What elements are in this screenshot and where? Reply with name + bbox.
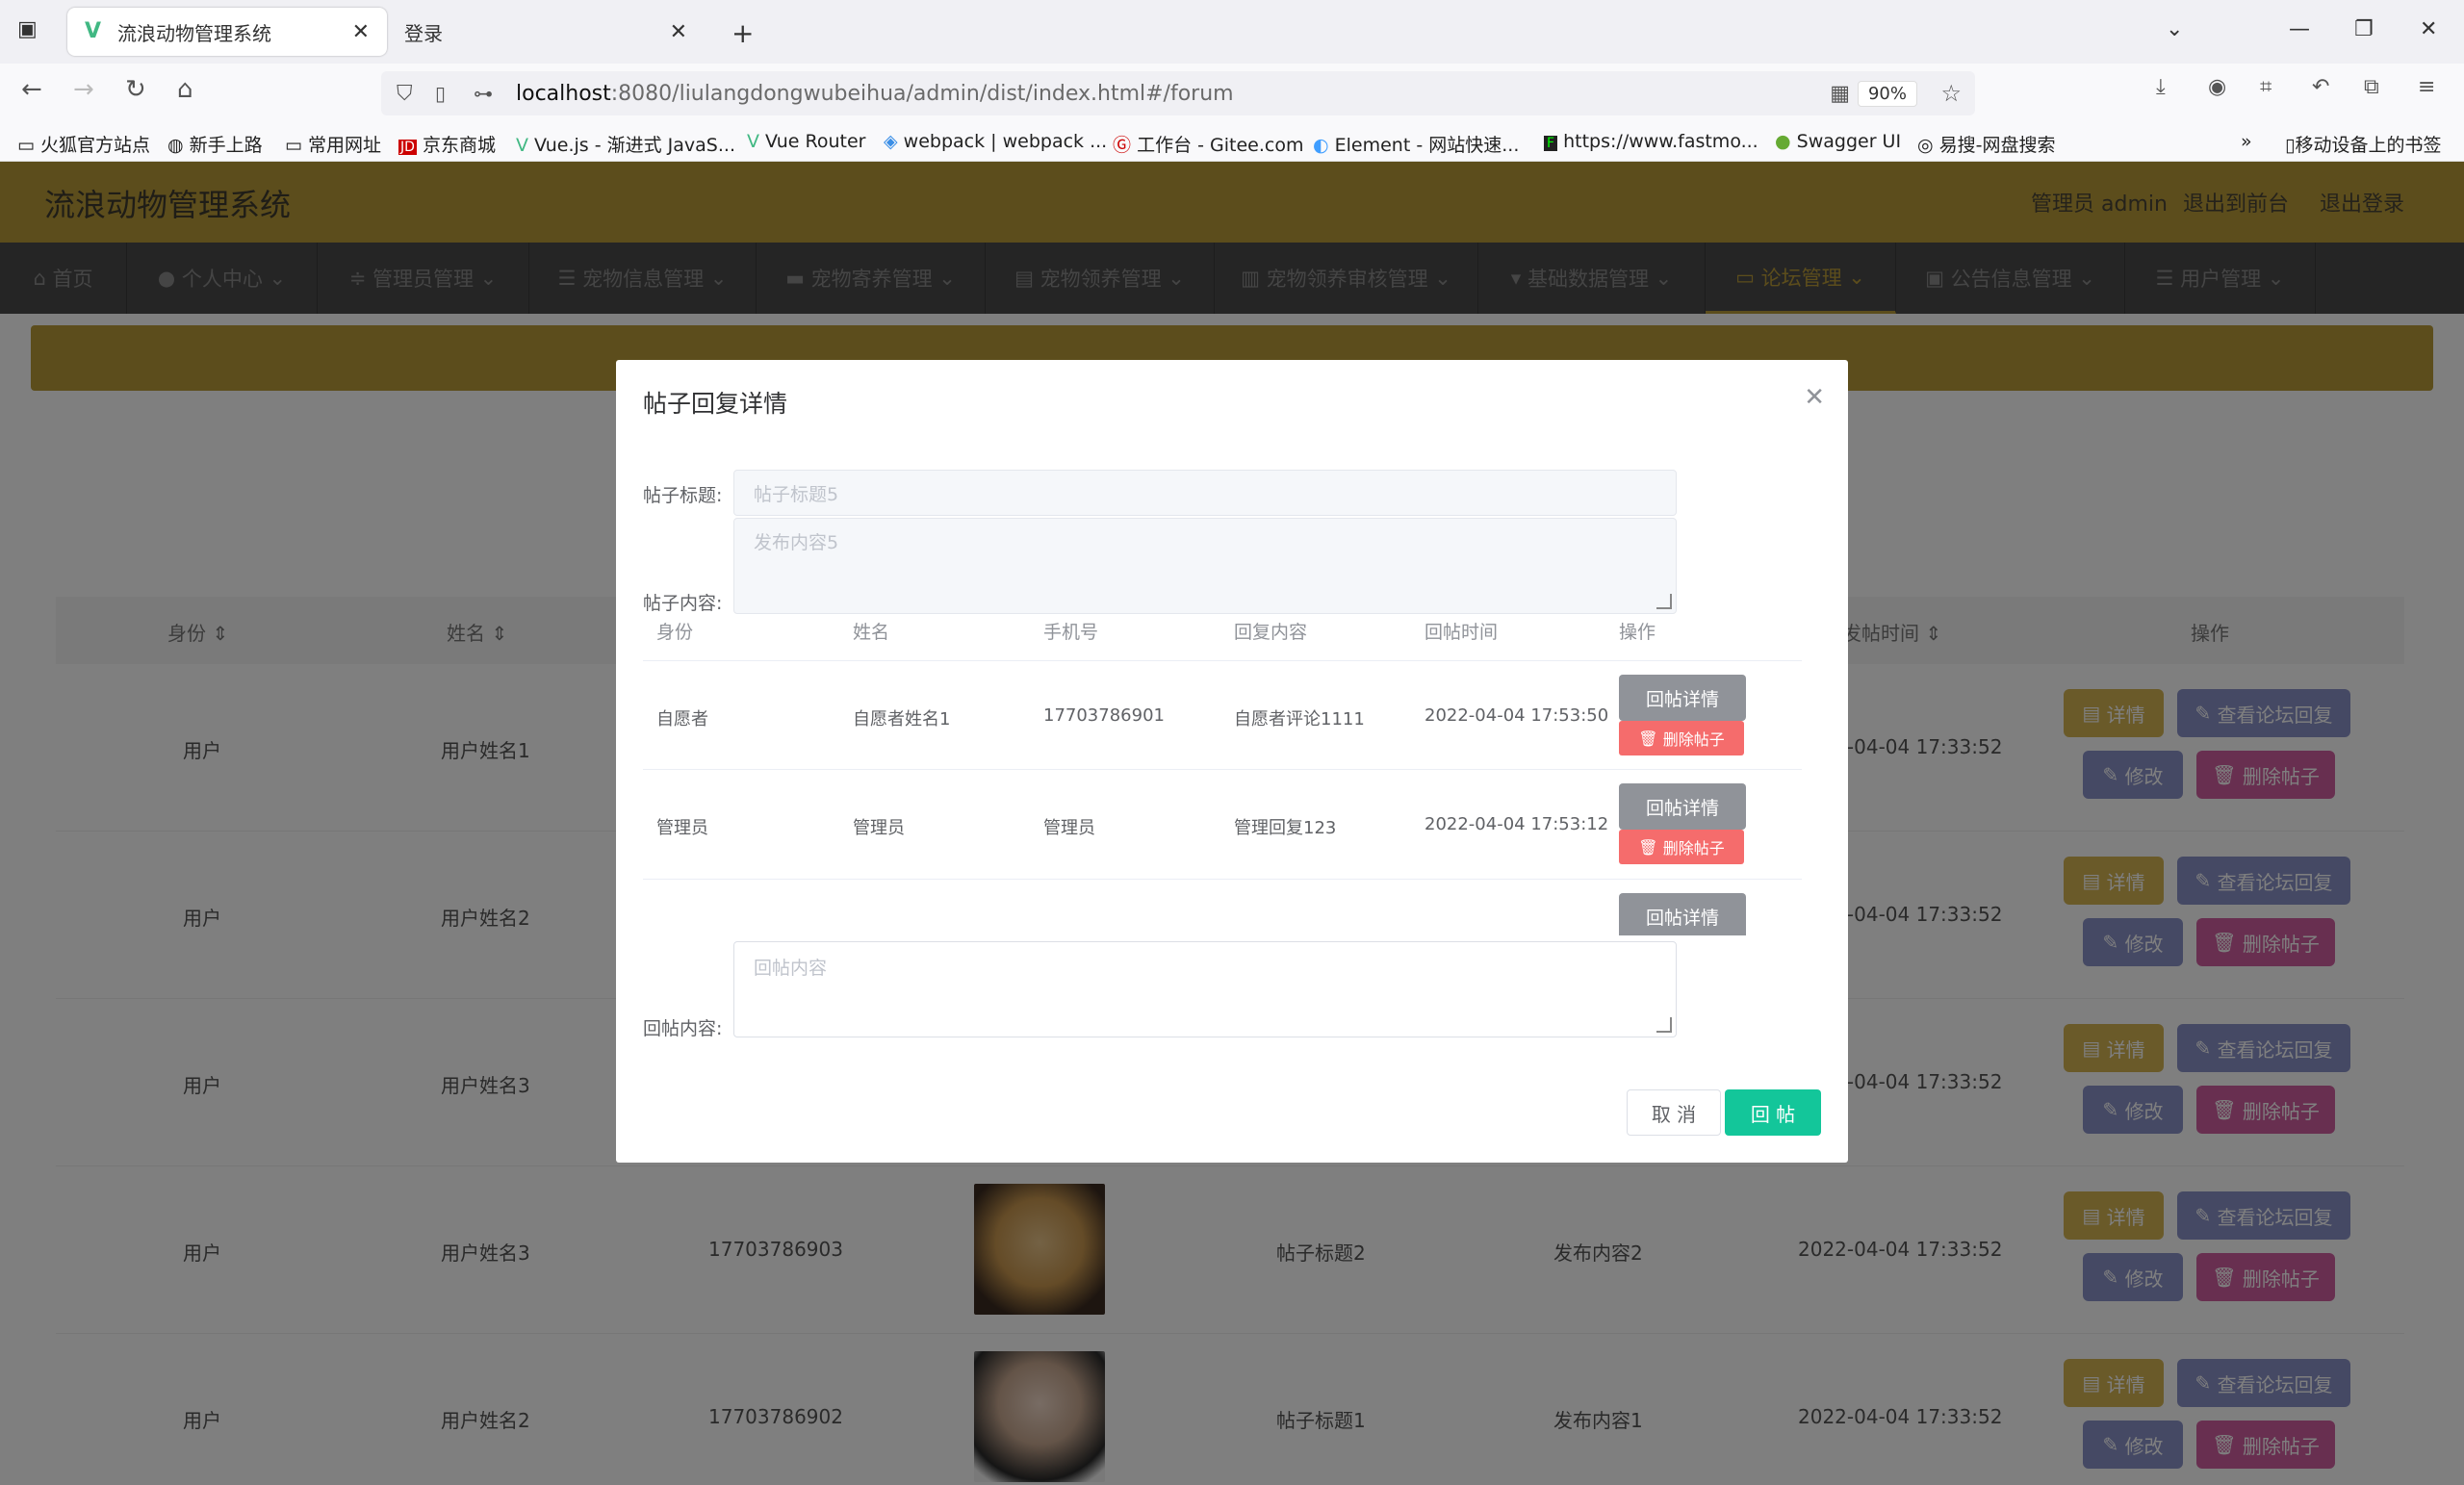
reply-detail-button[interactable]: 回帖详情 bbox=[1619, 675, 1746, 721]
browser-tab-strip: ▣ V 流浪动物管理系统 ✕ 登录 ✕ + ⌄ — ❐ ✕ bbox=[0, 0, 2464, 64]
bookmarks-bar: ▭ 火狐官方站点 ◍ 新手上路 ▭ 常用网址 JD 京东商城 V Vue.js … bbox=[0, 123, 2464, 162]
screenshot-icon[interactable]: ⌗ bbox=[2260, 75, 2272, 99]
reply-row: 自愿者 自愿者姓名1 17703786901 自愿者评论1111 2022-04… bbox=[643, 660, 1802, 770]
close-window-icon[interactable]: ✕ bbox=[2420, 17, 2437, 41]
reply-role: 管理员 bbox=[656, 818, 708, 838]
reply-table: 身份 姓名 手机号 回复内容 回帖时间 操作 自愿者 自愿者姓名1 177037… bbox=[643, 612, 1819, 935]
reply-content-label: 回帖内容: bbox=[643, 1018, 723, 1039]
reply-role: 自愿者 bbox=[656, 709, 708, 730]
reply-row-partial: 回帖详情 bbox=[643, 880, 1802, 935]
vue-logo-icon: V bbox=[85, 19, 102, 43]
back-icon[interactable]: ← bbox=[21, 75, 42, 104]
post-content-field: 发布内容5 bbox=[733, 518, 1677, 614]
permissions-icon[interactable]: ⊶ bbox=[474, 82, 493, 105]
close-tab-icon[interactable]: ✕ bbox=[670, 20, 687, 44]
close-tab-icon[interactable]: ✕ bbox=[352, 20, 370, 44]
reply-name: 自愿者姓名1 bbox=[853, 709, 951, 730]
reply-header-time: 回帖时间 bbox=[1424, 622, 1499, 643]
url-text[interactable]: localhost:8080/liulangdongwubeihua/admin… bbox=[516, 82, 1234, 106]
tab-title: 流浪动物管理系统 bbox=[117, 21, 271, 45]
post-content-label: 帖子内容: bbox=[643, 593, 723, 614]
bookmark-item[interactable]: ◐ Element - 网站快速... bbox=[1313, 131, 1519, 157]
reply-header-phone: 手机号 bbox=[1043, 622, 1099, 643]
chevron-down-icon[interactable]: ⌄ bbox=[2166, 17, 2183, 41]
bookmark-item[interactable]: JD 京东商城 bbox=[398, 131, 496, 157]
url-host: localhost bbox=[516, 81, 611, 106]
reply-detail-button[interactable]: 回帖详情 bbox=[1619, 783, 1746, 830]
navigation-toolbar: ← → ↻ ⌂ ⛉ ▯ ⊶ localhost:8080/liulangdong… bbox=[0, 64, 2464, 123]
tab-title: 登录 bbox=[404, 21, 443, 45]
extensions-icon[interactable]: ⧉ bbox=[2364, 75, 2379, 99]
forward-icon[interactable]: → bbox=[73, 75, 94, 104]
bookmark-item[interactable]: F https://www.fastmo... bbox=[1544, 131, 1758, 152]
reply-content: 管理回复123 bbox=[1234, 818, 1337, 838]
dialog-title: 帖子回复详情 bbox=[643, 390, 788, 418]
reply-name: 管理员 bbox=[853, 818, 905, 838]
undo-icon[interactable]: ↶ bbox=[2312, 75, 2329, 99]
resize-handle-icon[interactable] bbox=[1656, 1017, 1672, 1033]
reply-content: 自愿者评论1111 bbox=[1234, 709, 1365, 730]
shield-icon[interactable]: ⛉ bbox=[397, 82, 413, 106]
cancel-button[interactable]: 取 消 bbox=[1627, 1089, 1721, 1136]
menu-icon[interactable]: ≡ bbox=[2418, 75, 2435, 99]
bookmark-item[interactable]: ▭ 常用网址 bbox=[285, 131, 381, 157]
submit-reply-button[interactable]: 回 帖 bbox=[1725, 1089, 1821, 1136]
bookmark-item[interactable]: V Vue.js - 渐进式 JavaS... bbox=[516, 131, 735, 157]
post-content-text: 发布内容5 bbox=[754, 532, 839, 553]
reply-content-textarea[interactable]: 回帖内容 bbox=[733, 941, 1677, 1037]
tab-list-icon[interactable]: ▣ bbox=[17, 17, 38, 41]
page-icon: ▯ bbox=[435, 82, 447, 105]
post-title-field: 帖子标题5 bbox=[733, 470, 1677, 516]
account-icon[interactable]: ◉ bbox=[2208, 75, 2226, 99]
zoom-level[interactable]: 90% bbox=[1857, 80, 1917, 107]
bookmark-item[interactable]: ▯移动设备上的书签 bbox=[2285, 131, 2441, 157]
reload-icon[interactable]: ↻ bbox=[125, 75, 146, 104]
reply-header-name: 姓名 bbox=[853, 622, 890, 643]
bookmark-item[interactable]: ◎ 易搜-网盘搜索 bbox=[1917, 131, 2055, 157]
reply-time: 2022-04-04 17:53:12 bbox=[1424, 814, 1609, 834]
minimize-icon[interactable]: — bbox=[2289, 17, 2310, 41]
restore-icon[interactable]: ❐ bbox=[2354, 17, 2374, 41]
reply-content-placeholder: 回帖内容 bbox=[754, 958, 828, 979]
delete-reply-button[interactable]: 🗑 删除帖子 bbox=[1619, 830, 1744, 864]
bookmark-item[interactable]: ▭ 火狐官方站点 bbox=[17, 131, 150, 157]
more-bookmarks-icon[interactable]: » bbox=[2241, 131, 2252, 152]
url-path: :8080/liulangdongwubeihua/admin/dist/ind… bbox=[610, 81, 1234, 106]
bookmark-item[interactable]: ◈ webpack | webpack ... bbox=[884, 131, 1107, 152]
home-icon[interactable]: ⌂ bbox=[177, 75, 193, 104]
reply-time: 2022-04-04 17:53:50 bbox=[1424, 705, 1609, 726]
new-tab-icon[interactable]: + bbox=[732, 17, 754, 49]
url-bar[interactable]: ⛉ ▯ ⊶ localhost:8080/liulangdongwubeihua… bbox=[381, 71, 1975, 115]
star-icon[interactable]: ☆ bbox=[1940, 80, 1962, 107]
post-title-label: 帖子标题: bbox=[643, 485, 723, 506]
close-icon[interactable]: ✕ bbox=[1804, 383, 1825, 412]
resize-handle-icon[interactable] bbox=[1656, 594, 1672, 609]
bookmark-item[interactable]: Ⓖ 工作台 - Gitee.com bbox=[1113, 131, 1303, 157]
reply-row: 管理员 管理员 管理员 管理回复123 2022-04-04 17:53:12 … bbox=[643, 770, 1802, 880]
qr-code-icon[interactable]: ▦ bbox=[1830, 82, 1850, 106]
reply-phone: 管理员 bbox=[1043, 818, 1095, 838]
reply-detail-button[interactable]: 回帖详情 bbox=[1619, 893, 1746, 935]
delete-reply-button[interactable]: 🗑 删除帖子 bbox=[1619, 721, 1744, 755]
reply-header-actions: 操作 bbox=[1619, 622, 1656, 643]
browser-tab-active[interactable]: V 流浪动物管理系统 ✕ bbox=[67, 8, 387, 56]
reply-header-role: 身份 bbox=[656, 622, 694, 643]
bookmark-item[interactable]: V Vue Router bbox=[747, 131, 866, 152]
bookmark-item[interactable]: ◍ 新手上路 bbox=[167, 131, 263, 157]
reply-header-content: 回复内容 bbox=[1234, 622, 1308, 643]
browser-tab-inactive[interactable]: 登录 ✕ bbox=[387, 8, 705, 56]
download-icon[interactable]: ⤓ bbox=[2156, 75, 2166, 99]
reply-detail-dialog: 帖子回复详情 ✕ 帖子标题: 帖子标题5 帖子内容: 发布内容5 身份 姓名 手… bbox=[616, 360, 1848, 1163]
bookmark-item[interactable]: ● Swagger UI bbox=[1775, 131, 1901, 152]
reply-phone: 17703786901 bbox=[1043, 705, 1165, 726]
